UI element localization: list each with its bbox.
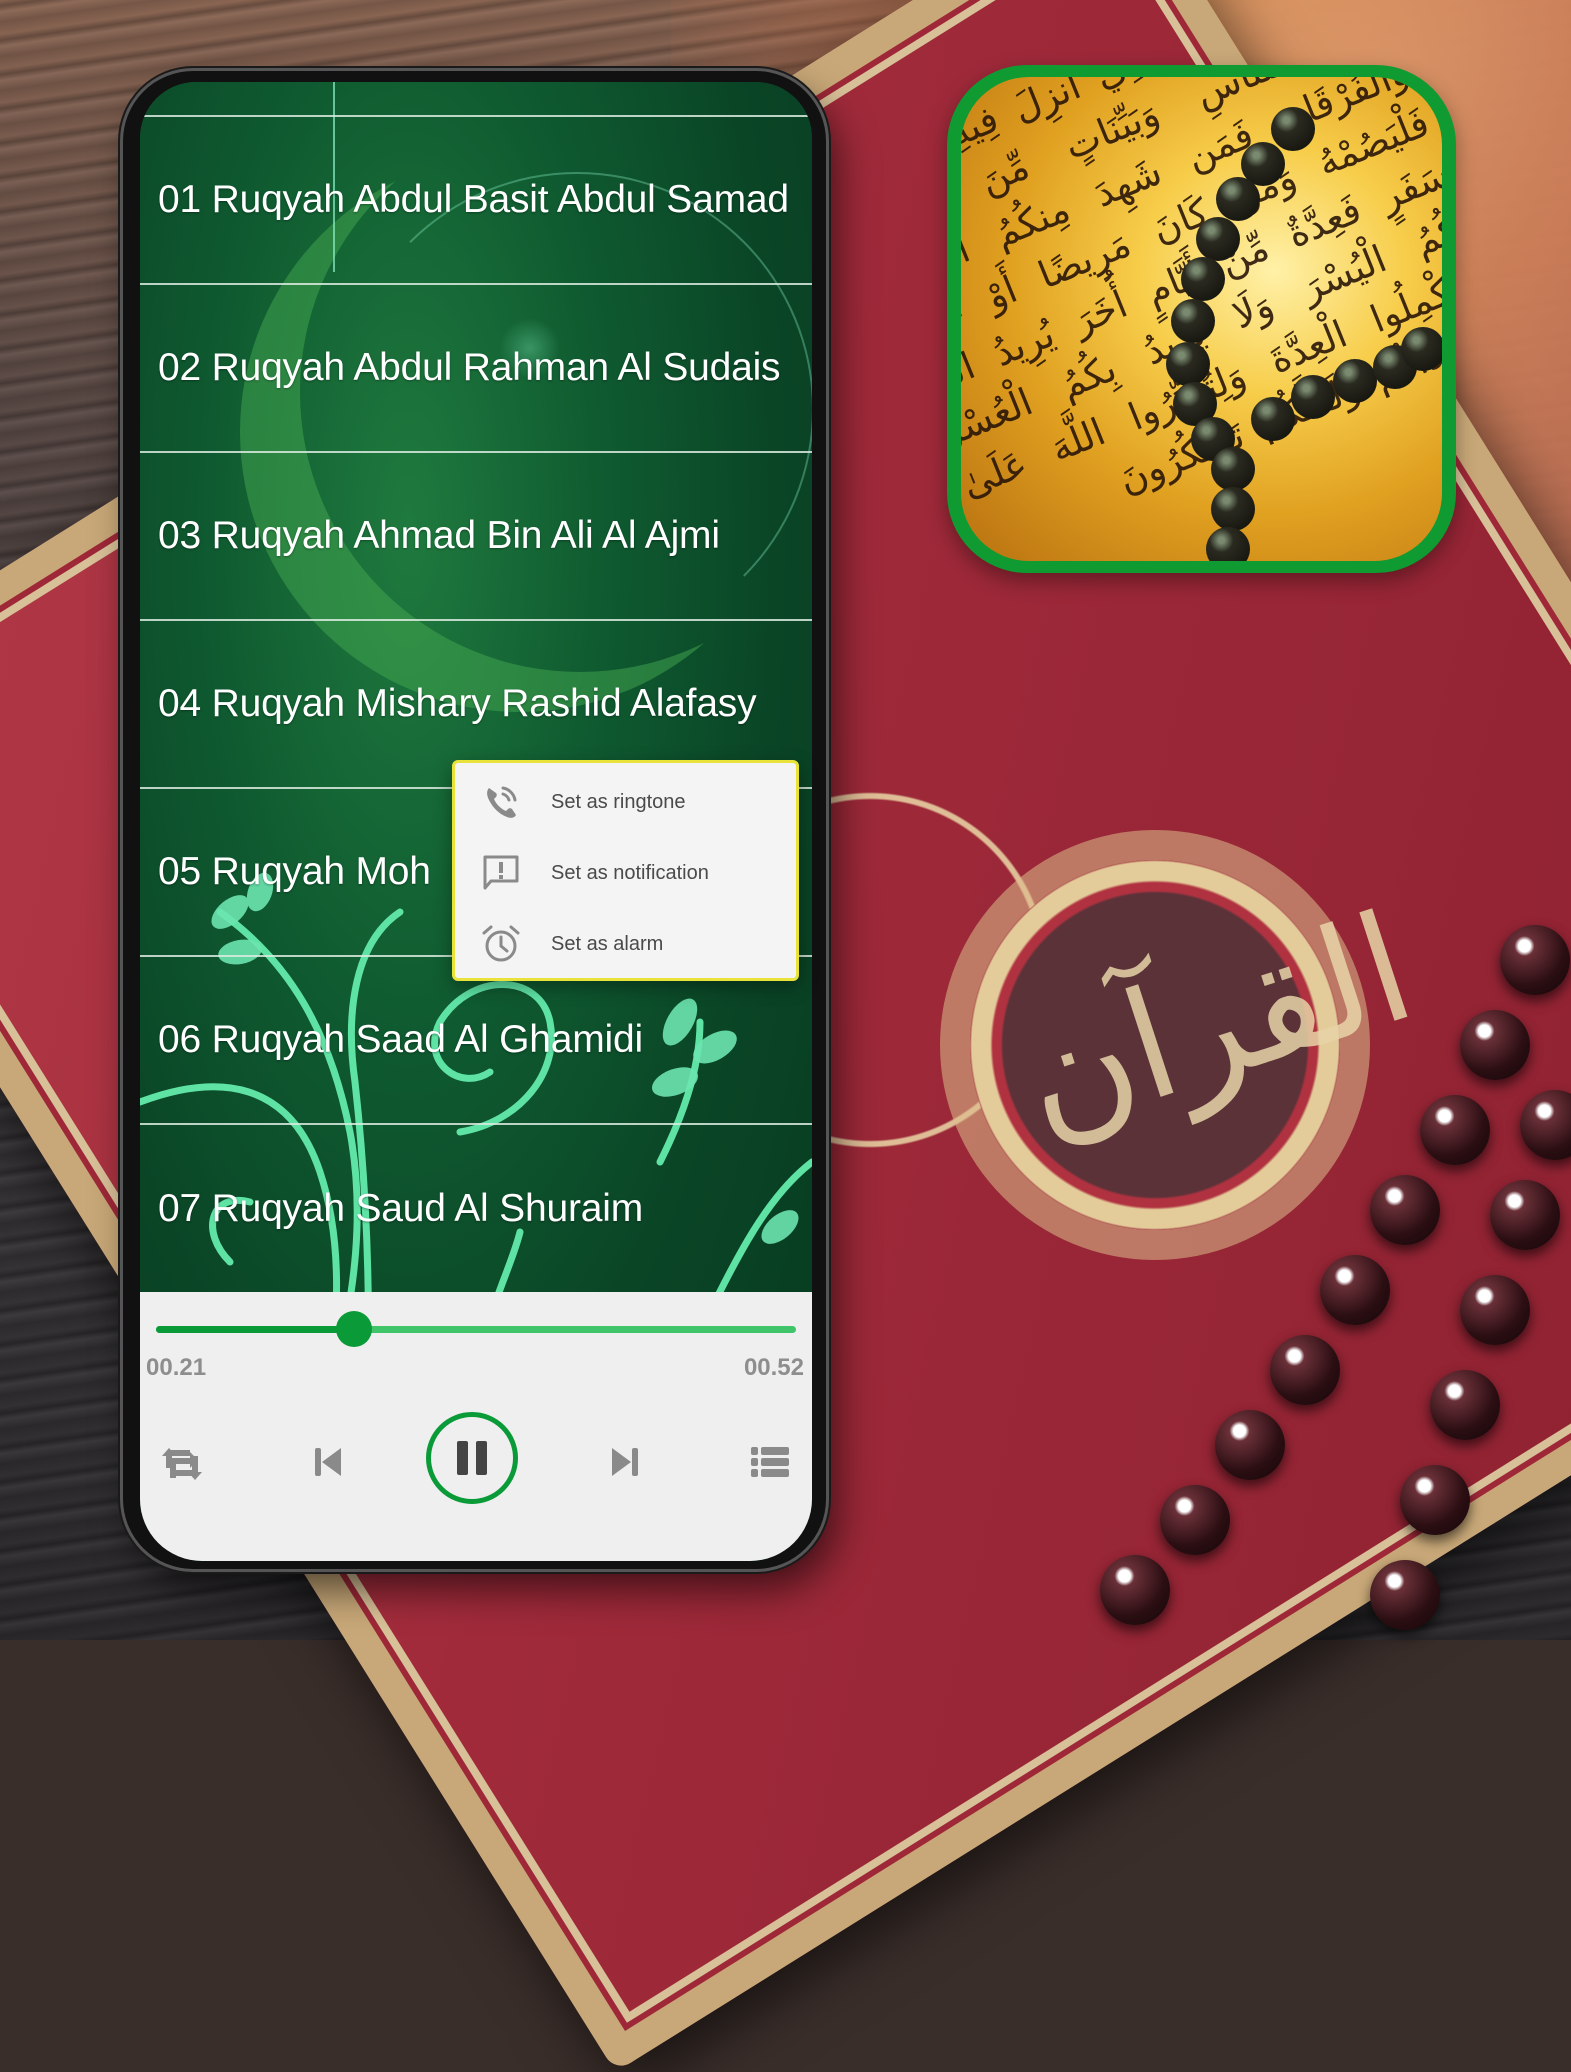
app-icon-artwork: شَهْرُ رَمَضَانَ الَّذِي أُنزِلَ فِيهِ ا… <box>961 77 1442 561</box>
total-time: 00.52 <box>743 1354 804 1381</box>
notification-alert-icon <box>483 855 519 890</box>
seek-bar[interactable] <box>156 1311 796 1347</box>
bead <box>1500 925 1570 995</box>
repeat-button[interactable] <box>152 1432 212 1492</box>
player-controls-panel: 00.21 00.52 <box>140 1292 812 1561</box>
bead <box>1490 1180 1560 1250</box>
playlist: 01 Ruqyah Abdul Basit Abdul Samad 02 Ruq… <box>140 115 812 1293</box>
playlist-item[interactable]: 07 Ruqyah Saud Al Shuraim <box>140 1123 812 1293</box>
menu-item-label: Set as notification <box>551 861 709 884</box>
bead <box>1430 1370 1500 1440</box>
bead <box>1370 1560 1440 1630</box>
seek-bar-thumb[interactable] <box>336 1311 373 1347</box>
bead <box>1400 1465 1470 1535</box>
play-pause-button[interactable] <box>426 1412 518 1504</box>
bead <box>1420 1095 1490 1165</box>
previous-button[interactable] <box>298 1432 358 1492</box>
track-title: 04 Ruqyah Mishary Rashid Alafasy <box>158 682 757 725</box>
seek-bar-progress <box>156 1326 355 1333</box>
skip-next-icon <box>612 1448 638 1476</box>
menu-item-label: Set as ringtone <box>551 790 686 813</box>
track-title: 03 Ruqyah Ahmad Bin Ali Al Ajmi <box>158 514 720 557</box>
playlist-item[interactable]: 02 Ruqyah Abdul Rahman Al Sudais <box>140 283 812 451</box>
skip-previous-icon <box>315 1448 341 1476</box>
bead <box>1160 1485 1230 1555</box>
track-title: 05 Ruqyah Moh <box>158 850 431 893</box>
alarm-clock-icon <box>482 925 520 962</box>
rosary-beads <box>961 77 1442 561</box>
track-title: 02 Ruqyah Abdul Rahman Al Sudais <box>158 346 781 389</box>
playlist-item[interactable]: 01 Ruqyah Abdul Basit Abdul Samad <box>140 115 812 283</box>
bead <box>1320 1255 1390 1325</box>
bead <box>1215 1410 1285 1480</box>
phone-ringing-icon <box>487 786 517 818</box>
app-icon: شَهْرُ رَمَضَانَ الَّذِي أُنزِلَ فِيهِ ا… <box>947 65 1456 573</box>
menu-item-set-alarm[interactable]: Set as alarm <box>455 909 796 979</box>
context-menu: Set as ringtone Set as notification Set … <box>452 760 799 981</box>
playlist-item[interactable]: 03 Ruqyah Ahmad Bin Ali Al Ajmi <box>140 451 812 619</box>
track-title: 07 Ruqyah Saud Al Shuraim <box>158 1187 643 1230</box>
menu-item-set-notification[interactable]: Set as notification <box>455 838 796 908</box>
track-title: 06 Ruqyah Saad Al Ghamidi <box>158 1018 643 1061</box>
menu-item-set-ringtone[interactable]: Set as ringtone <box>455 767 796 837</box>
pause-icon <box>457 1441 487 1475</box>
repeat-icon <box>162 1448 202 1480</box>
bead <box>1460 1010 1530 1080</box>
bead <box>1460 1275 1530 1345</box>
bead <box>1100 1555 1170 1625</box>
bead <box>1270 1335 1340 1405</box>
playlist-icon <box>751 1447 789 1477</box>
track-title: 01 Ruqyah Abdul Basit Abdul Samad <box>158 178 789 221</box>
playlist-button[interactable] <box>740 1432 800 1492</box>
bead <box>1370 1175 1440 1245</box>
next-button[interactable] <box>595 1432 655 1492</box>
current-time: 00.21 <box>146 1354 207 1381</box>
menu-item-label: Set as alarm <box>551 932 664 955</box>
